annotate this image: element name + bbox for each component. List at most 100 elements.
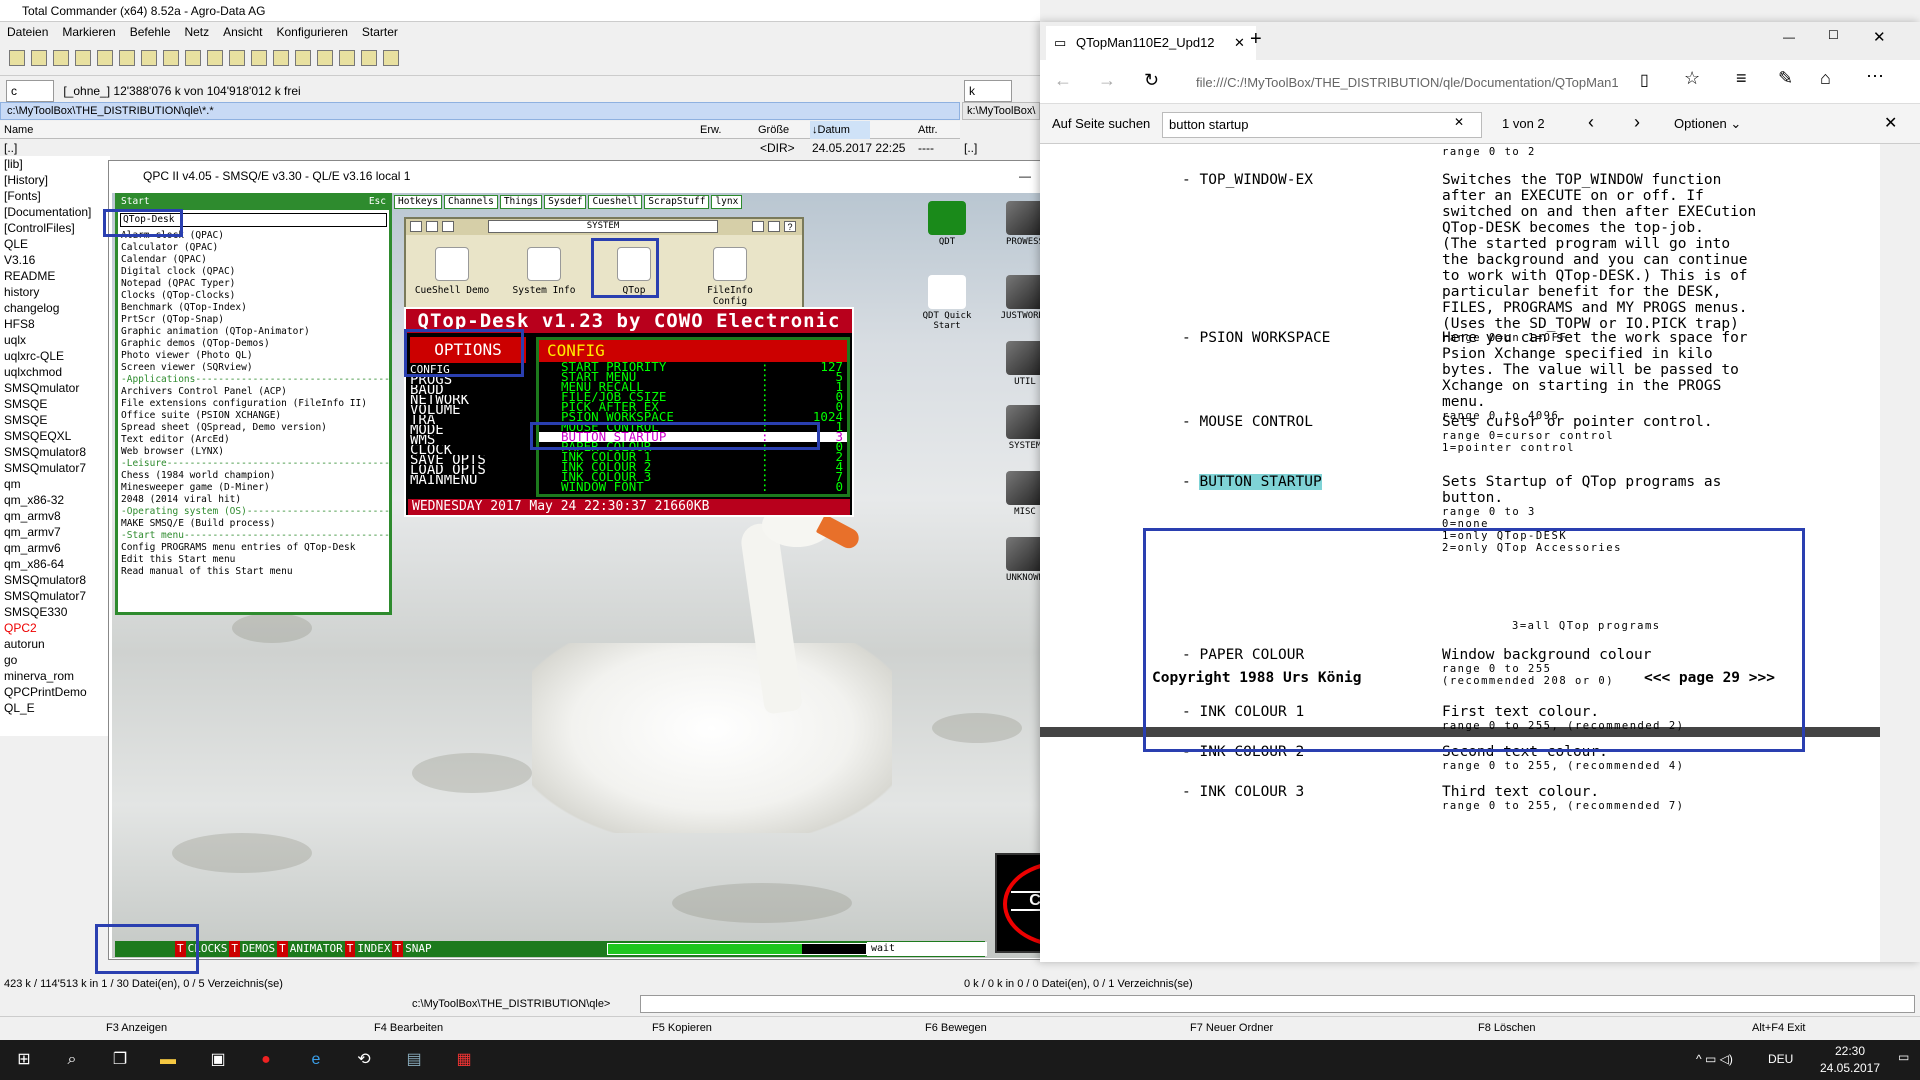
record-icon[interactable]: ● (254, 1048, 278, 1072)
menu-item-1[interactable]: Markieren (55, 25, 122, 39)
find-options[interactable]: Optionen ⌄ (1674, 116, 1741, 132)
start-menu-item[interactable]: Text editor (ArcEd) (118, 434, 389, 446)
find-next-icon[interactable]: › (1634, 112, 1640, 133)
command-input[interactable] (640, 995, 1915, 1013)
config-row[interactable]: INK COLOUR 3: 7 (539, 472, 847, 482)
back-icon[interactable] (163, 50, 179, 66)
col-name[interactable]: Name (4, 121, 33, 139)
list-item[interactable]: [ControlFiles] (0, 220, 110, 236)
start-menu-item[interactable]: Digital clock (QPAC) (118, 266, 389, 278)
list-item[interactable]: README (0, 268, 110, 284)
brief-view-icon[interactable] (31, 50, 47, 66)
list-item[interactable]: SMSQmulator8 (0, 572, 110, 588)
find-clear-icon[interactable]: ✕ (1454, 115, 1464, 129)
table-row[interactable]: [..] <DIR> 24.05.2017 22:25 ---- (0, 140, 960, 156)
help-icon[interactable]: ? (784, 221, 796, 232)
start-menu-item[interactable]: Graphic demos (QTop-Demos) (118, 338, 389, 350)
list-item[interactable]: [Fonts] (0, 188, 110, 204)
start-menu-item[interactable]: Read manual of this Start menu (118, 566, 389, 578)
config-row[interactable]: PSION WORKSPACE: 1024 (539, 412, 847, 422)
tray-icons[interactable]: ^ ▭ ◁) (1696, 1052, 1733, 1066)
start-menu-item[interactable]: Calendar (QPAC) (118, 254, 389, 266)
list-item[interactable]: SMSQmulator7 (0, 588, 110, 604)
invert-icon[interactable] (97, 50, 113, 66)
bar-item[interactable]: T (229, 941, 240, 957)
col-ext[interactable]: Erw. (700, 121, 721, 139)
favorite-icon[interactable]: ☆ (1684, 68, 1700, 89)
list-item[interactable]: QPC2 (0, 620, 110, 636)
tree-icon[interactable] (53, 50, 69, 66)
list-item[interactable]: qm_x86-64 (0, 556, 110, 572)
find-prev-icon[interactable]: ‹ (1588, 112, 1594, 133)
menu-item-6[interactable]: Starter (355, 25, 405, 39)
config-row[interactable]: INK COLOUR 1: 2 (539, 452, 847, 462)
bar-item[interactable]: SNAP (403, 941, 434, 957)
qpc-icon[interactable]: ▦ (452, 1048, 476, 1072)
qtop-left-item[interactable]: SAVE OPTS (410, 455, 530, 465)
more-icon[interactable]: ⋯ (1866, 66, 1884, 87)
maximize-icon[interactable]: ☐ (1828, 28, 1839, 42)
desktop-icon[interactable]: QDT (917, 201, 977, 247)
qtop-left-item[interactable]: VOLUME (410, 405, 530, 415)
settings-icon[interactable] (383, 50, 399, 66)
wake-icon[interactable] (752, 221, 764, 232)
qtop-left-item[interactable]: CLOCK (410, 445, 530, 455)
menu-item-5[interactable]: Konfigurieren (269, 25, 354, 39)
tc-right-path[interactable]: k:\MyToolBox\ (962, 102, 1040, 120)
note-icon[interactable]: ✎ (1778, 68, 1793, 89)
tab-scrapstuff[interactable]: ScrapStuff (644, 195, 710, 209)
config-row[interactable]: FILE/JOB CSIZE: 0 (539, 392, 847, 402)
bar-item[interactable]: DEMOS (240, 941, 277, 957)
app-icon[interactable]: ⟲ (352, 1048, 376, 1072)
qtop-left-item[interactable]: WMS (410, 435, 530, 445)
language-indicator[interactable]: DEU (1768, 1052, 1793, 1066)
list-item[interactable]: SMSQmulator8 (0, 444, 110, 460)
fkey-button-4[interactable]: F4 Bearbeiten (374, 1022, 443, 1034)
address-bar[interactable]: file:///C:/!MyToolBox/THE_DISTRIBUTION/q… (1196, 71, 1676, 95)
start-menu-item[interactable]: 2048 (2014 viral hit) (118, 494, 389, 506)
start-menu-item[interactable]: Edit this Start menu (118, 554, 389, 566)
list-item[interactable]: qm_armv8 (0, 508, 110, 524)
fkey-button-9[interactable]: Alt+F4 Exit (1752, 1022, 1806, 1034)
start-menu-item[interactable]: Graphic animation (QTop-Animator) (118, 326, 389, 338)
list-item[interactable]: HFS8 (0, 316, 110, 332)
task-view-icon[interactable]: ❐ (108, 1048, 132, 1072)
list-item[interactable]: SMSQE330 (0, 604, 110, 620)
fkey-button-3[interactable]: F3 Anzeigen (106, 1022, 167, 1034)
fkey-button-7[interactable]: F7 Neuer Ordner (1190, 1022, 1273, 1034)
start-menu-item[interactable]: MAKE SMSQ/E (Build process) (118, 518, 389, 530)
bar-item[interactable]: T (392, 941, 404, 957)
tab-cueshell[interactable]: Cueshell (588, 195, 643, 209)
col-size[interactable]: Größe (758, 121, 789, 139)
config-row[interactable]: INK COLOUR 2: 4 (539, 462, 847, 472)
list-icon[interactable] (442, 221, 454, 232)
list-item[interactable]: SMSQmulator7 (0, 460, 110, 476)
edge-icon[interactable]: e (304, 1048, 328, 1072)
ftp-icon[interactable] (251, 50, 267, 66)
minimize-icon[interactable]: — (1019, 161, 1031, 191)
list-item[interactable]: uqlx (0, 332, 110, 348)
right-drive-select[interactable]: k (964, 80, 1012, 102)
tc-left-path[interactable]: c:\MyToolBox\THE_DISTRIBUTION\qle\*.* (0, 102, 960, 120)
qtop-left-item[interactable]: TRA (410, 415, 530, 425)
start-menu-item[interactable]: Screen viewer (SQRview) (118, 362, 389, 374)
fkey-button-5[interactable]: F5 Kopieren (652, 1022, 712, 1034)
close-icon[interactable]: ✕ (1873, 28, 1886, 46)
list-item[interactable]: SMSQE (0, 412, 110, 428)
sys-icon-cueshell[interactable]: CueShell Demo (410, 247, 494, 296)
start-menu-item[interactable]: Clocks (QTop-Clocks) (118, 290, 389, 302)
col-attr[interactable]: Attr. (918, 121, 938, 139)
list-item[interactable]: go (0, 652, 110, 668)
notepad-icon[interactable] (361, 50, 377, 66)
start-menu-item[interactable]: Spread sheet (QSpread, Demo version) (118, 422, 389, 434)
start-menu-item[interactable]: Benchmark (QTop-Index) (118, 302, 389, 314)
list-item[interactable]: [History] (0, 172, 110, 188)
list-item[interactable]: QLE (0, 236, 110, 252)
pack-icon[interactable] (207, 50, 223, 66)
config-row[interactable]: START PRIORITY: 127 (539, 362, 847, 372)
explorer-icon[interactable]: ▬ (156, 1048, 180, 1072)
clock-date[interactable]: 24.05.2017 (1810, 1061, 1890, 1075)
bar-item[interactable]: ANIMATOR (288, 941, 345, 957)
list-item[interactable]: qm_armv7 (0, 524, 110, 540)
menu-item-3[interactable]: Netz (177, 25, 216, 39)
